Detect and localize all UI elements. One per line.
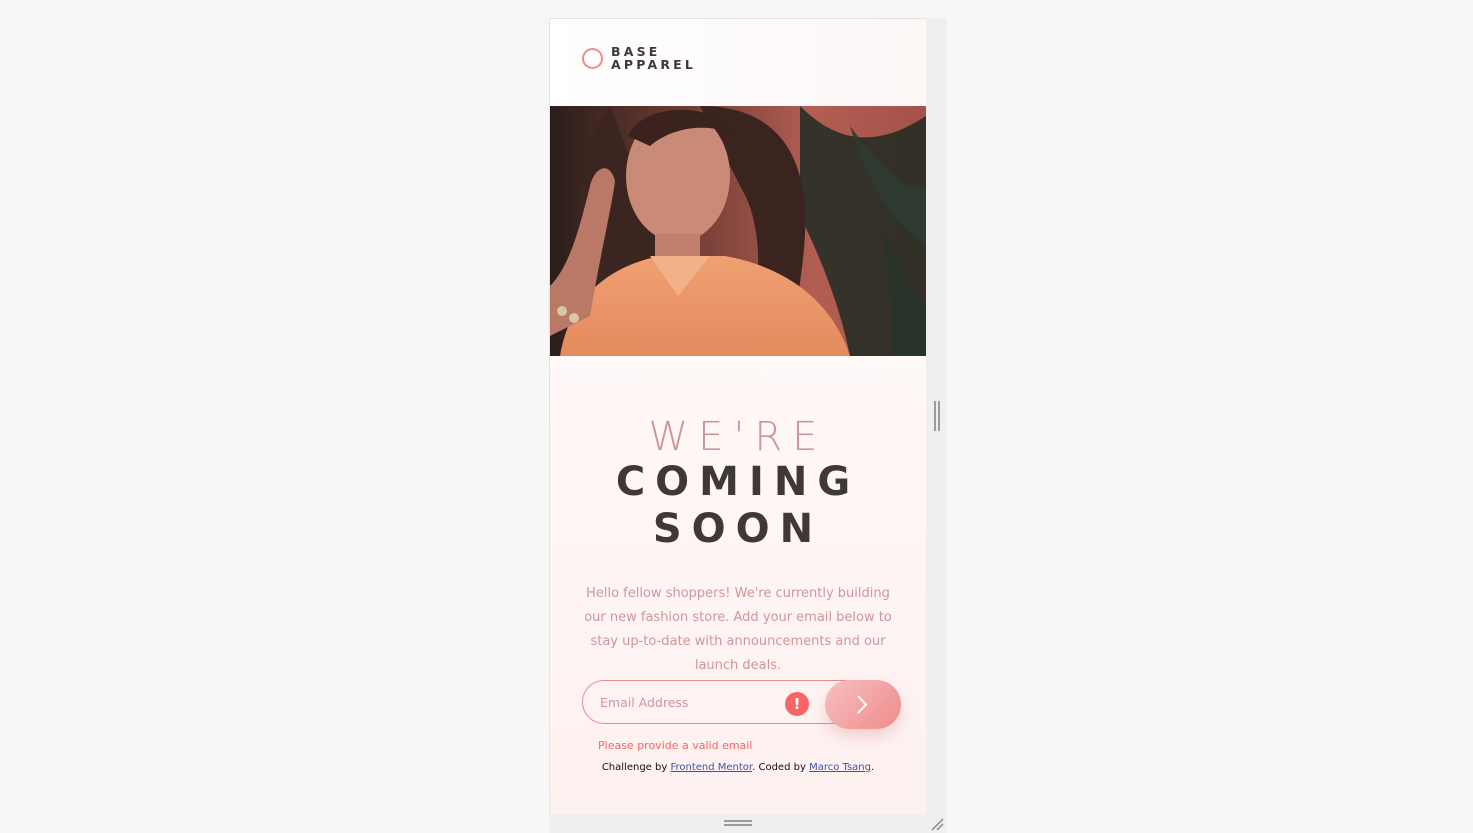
attribution-suffix: . (870, 762, 875, 773)
attribution: Challenge by Frontend Mentor. Coded by M… (550, 762, 926, 773)
headline-line2: COMING (615, 459, 861, 505)
headline-line3: SOON (652, 506, 824, 552)
error-icon: ! (785, 692, 809, 716)
subscribe-form: ! (582, 680, 901, 729)
intro-text: Hello fellow shoppers! We're currently b… (584, 586, 892, 673)
attribution-prefix: Challenge by (601, 762, 671, 773)
email-error-message: Please provide a valid email (598, 739, 753, 752)
brand-name-line2: APPAREL (611, 57, 697, 72)
hero-image (550, 106, 926, 356)
hero-illustration (550, 106, 926, 356)
attribution-middle: . Coded by (752, 762, 810, 773)
brand-logo[interactable]: BASE APPAREL (582, 45, 696, 71)
brand-name: BASE APPAREL (611, 45, 696, 71)
device-frame: BASE APPAREL WE'RE COMING SOON Hello fel… (549, 18, 947, 833)
resize-handle-right[interactable] (934, 401, 940, 431)
resize-grip-icon[interactable] (930, 817, 944, 831)
page-headline: WE'RE COMING SOON (550, 415, 926, 553)
logo-ring-icon (582, 47, 603, 69)
header: BASE APPAREL (550, 19, 926, 106)
author-link[interactable]: Marco Tsang (809, 762, 871, 773)
submit-button[interactable] (825, 680, 901, 729)
frontend-mentor-link[interactable]: Frontend Mentor (670, 762, 752, 773)
resize-handle-bottom[interactable] (724, 820, 752, 826)
headline-line1: WE'RE (648, 414, 828, 460)
page-viewport: BASE APPAREL WE'RE COMING SOON Hello fel… (549, 18, 926, 814)
chevron-right-icon (857, 695, 868, 714)
